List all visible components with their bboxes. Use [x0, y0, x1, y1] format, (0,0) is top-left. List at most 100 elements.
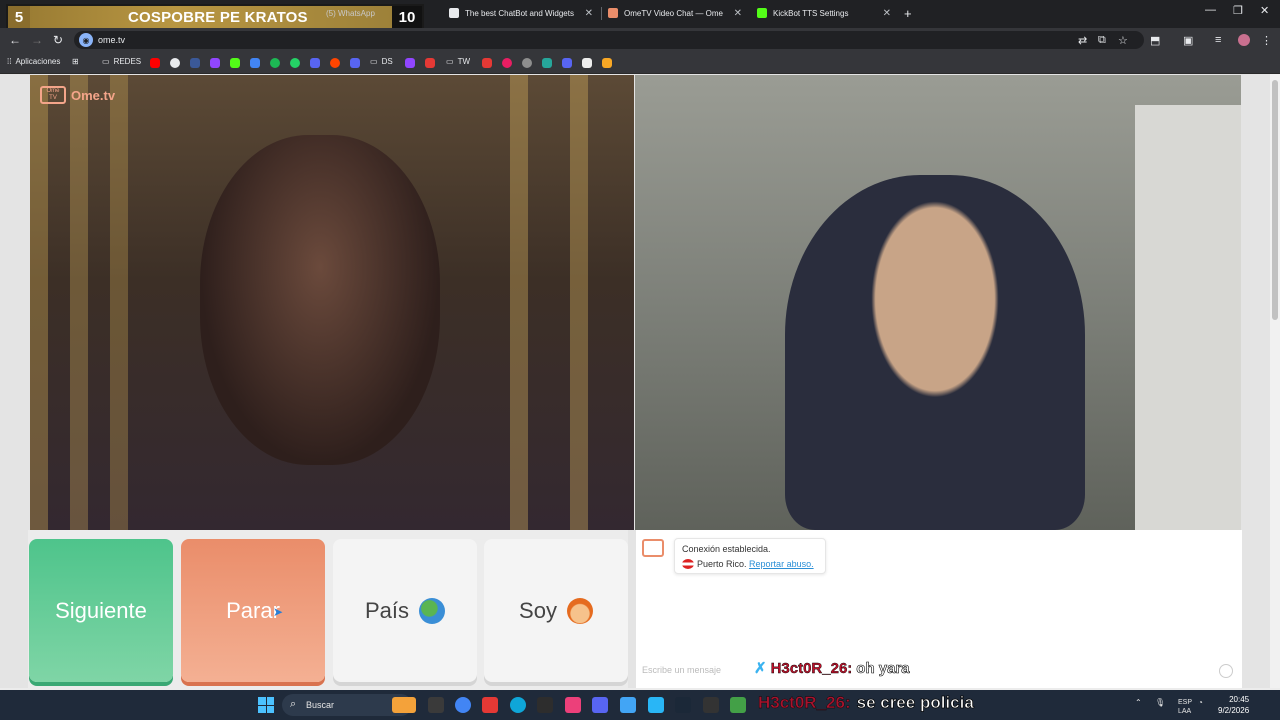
boy-icon — [566, 597, 593, 624]
photos-icon[interactable] — [648, 697, 664, 713]
youtube-icon[interactable] — [150, 58, 160, 68]
tray-chevron-icon[interactable]: ⌃ — [1135, 698, 1142, 707]
tab-ometv[interactable]: OmeTV Video Chat — Ome ✕ — [608, 3, 748, 23]
whatsapp-icon[interactable] — [290, 58, 300, 68]
new-tab-button[interactable]: + — [904, 3, 918, 23]
steam-icon[interactable] — [675, 697, 691, 713]
ometv-tv-icon: Ome TV — [40, 86, 66, 104]
puerto-rico-flag-icon — [682, 559, 694, 569]
reload-icon[interactable]: ↻ — [53, 33, 63, 47]
profile-avatar[interactable] — [1238, 34, 1250, 46]
close-icon[interactable]: ✕ — [734, 8, 742, 19]
chrome-icon[interactable] — [455, 697, 471, 713]
discord-icon[interactable] — [310, 58, 320, 68]
ds-folder[interactable]: ▭ DS — [370, 57, 393, 66]
app-icon[interactable] — [703, 697, 719, 713]
url-text[interactable]: ome.tv — [98, 35, 125, 45]
stream-tts-ticker: H3ct0R_26: se cree policia — [758, 693, 974, 713]
settings-icon[interactable] — [522, 58, 532, 68]
windows-taskbar: ⌕ Buscar ⌃ 🎙 ESP LAA ◔ 20:45 9/2/2026 — [0, 690, 1280, 720]
minimize-icon[interactable]: — — [1205, 4, 1216, 16]
chat-input[interactable]: Escribe un mensaje — [642, 665, 721, 675]
app-icon[interactable] — [482, 697, 498, 713]
notice-country: Puerto Rico. — [697, 559, 747, 569]
bookmark-star-icon[interactable]: ☆ — [1118, 34, 1128, 47]
google-icon[interactable] — [170, 58, 180, 68]
forward-icon[interactable]: → — [31, 33, 43, 47]
language-indicator[interactable]: ESP LAA — [1178, 698, 1192, 716]
terminal-icon[interactable] — [537, 697, 553, 713]
gender-button[interactable]: Soy — [484, 539, 628, 682]
stop-button[interactable]: Parar ➤ — [181, 539, 325, 682]
back-icon[interactable]: ← — [9, 33, 21, 47]
report-abuse-link[interactable]: Reportar abuso. — [749, 559, 814, 569]
facebook-icon[interactable] — [190, 58, 200, 68]
file-icon[interactable] — [620, 697, 636, 713]
stream-score-overlay: 5 COSPOBRE PE KRATOS 10 (5) WhatsApp — [6, 4, 424, 31]
apps-grid-icon: ⁞⁞ — [7, 57, 12, 66]
tab-chatbot[interactable]: The best ChatBot and Widgets ✕ — [449, 3, 599, 23]
grid-icon[interactable]: ⊞ — [72, 57, 79, 66]
app-icon[interactable] — [425, 58, 435, 68]
menu-icon[interactable]: ⋮ — [1261, 34, 1272, 47]
widget-icon[interactable] — [392, 697, 416, 713]
ometv-favicon-icon — [608, 8, 618, 18]
self-video — [635, 75, 1241, 530]
twitch-icon[interactable] — [405, 58, 415, 68]
site-info-icon[interactable]: ◉ — [79, 33, 93, 47]
sword-icon: ✗ — [754, 660, 767, 677]
page-scrollbar[interactable] — [1270, 74, 1280, 688]
discord-icon[interactable] — [592, 697, 608, 713]
microphone-icon[interactable]: 🎙 — [1155, 698, 1165, 707]
kick-icon[interactable] — [230, 58, 240, 68]
spotify-icon[interactable] — [270, 58, 280, 68]
app-icon[interactable] — [542, 58, 552, 68]
wifi-icon[interactable]: ◔ — [1198, 698, 1203, 707]
translate-icon[interactable]: ⇄ — [1078, 34, 1087, 47]
reddit-icon[interactable] — [330, 58, 340, 68]
close-icon[interactable]: ✕ — [883, 8, 891, 19]
app-icon[interactable] — [502, 58, 512, 68]
maximize-icon[interactable]: ❐ — [1233, 4, 1243, 17]
country-button[interactable]: País — [333, 539, 477, 682]
extensions-icon[interactable]: ⬒ — [1150, 34, 1160, 47]
app-icon[interactable] — [582, 58, 592, 68]
next-button[interactable]: Siguiente — [29, 539, 173, 682]
drive-icon[interactable] — [250, 58, 260, 68]
folder-icon: ▭ — [102, 57, 110, 66]
system-clock[interactable]: 20:45 9/2/2026 — [1218, 694, 1249, 716]
streamer-figure — [785, 175, 1085, 530]
stream-chat-overlay: ✗ H3ct0R_26: oh yara — [754, 659, 910, 677]
shelf — [1135, 105, 1241, 530]
edge-icon[interactable] — [510, 697, 526, 713]
folder-icon: ▭ — [446, 57, 454, 66]
install-icon[interactable]: ⧉ — [1098, 34, 1106, 47]
close-icon[interactable]: ✕ — [585, 8, 593, 19]
tab-label: OmeTV Video Chat — Ome — [624, 8, 723, 18]
app-icon[interactable] — [602, 58, 612, 68]
sidebar-icon[interactable]: ▣ — [1183, 34, 1193, 47]
windows-start-icon[interactable] — [258, 697, 274, 713]
ometv-logo: Ome TV Ome.tv — [40, 86, 115, 104]
task-view-icon[interactable] — [428, 697, 444, 713]
tw-folder[interactable]: ▭ TW — [446, 57, 470, 66]
stranger-figure — [200, 135, 440, 465]
address-bar[interactable]: ◉ ome.tv — [74, 31, 1144, 49]
emoji-icon[interactable] — [1219, 664, 1233, 678]
tab-label: KickBot TTS Settings — [773, 8, 849, 18]
media-icon[interactable]: ≡ — [1215, 34, 1221, 46]
app-icon[interactable] — [482, 58, 492, 68]
tab-kickbot[interactable]: KickBot TTS Settings ✕ — [757, 3, 897, 23]
globe-icon — [419, 597, 446, 624]
discord-icon[interactable] — [562, 58, 572, 68]
twitch-icon[interactable] — [210, 58, 220, 68]
window-close-icon[interactable]: ✕ — [1260, 4, 1269, 17]
kickbot-favicon-icon — [757, 8, 767, 18]
tiktok-icon[interactable] — [565, 697, 581, 713]
apps-bookmark[interactable]: ⁞⁞ Aplicaciones — [7, 57, 60, 66]
discord-icon[interactable] — [350, 58, 360, 68]
redes-folder[interactable]: ▭ REDES — [102, 57, 141, 66]
browser-toolbar: ← → ↻ ◉ ome.tv ⇄ ⧉ ☆ ⬒ ▣ ≡ ⋮ — [0, 28, 1280, 52]
ometv-chat-icon — [642, 539, 664, 557]
xbox-icon[interactable] — [730, 697, 746, 713]
